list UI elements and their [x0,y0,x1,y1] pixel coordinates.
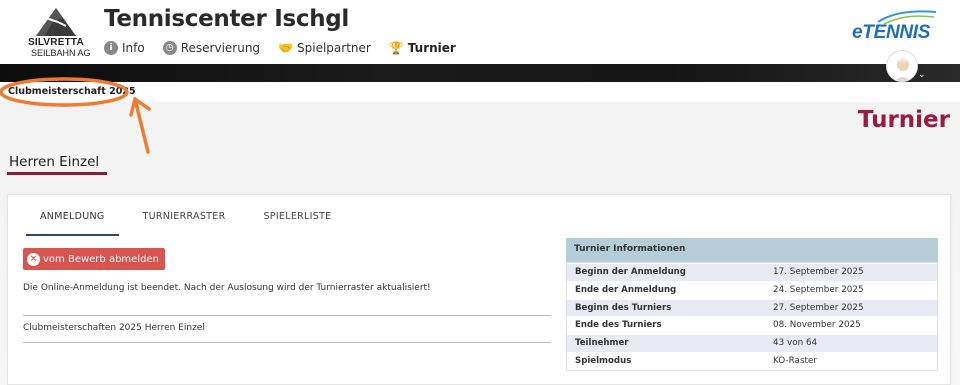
breadcrumb-bar: Clubmeisterschaft 2025 [0,82,960,102]
tab-anmeldung[interactable]: ANMELDUNG [26,211,118,236]
tab-spielerliste[interactable]: SPIELERLISTE [263,211,331,232]
info-value: 27. September 2025 [773,302,864,313]
tab-bar: ANMELDUNG TURNIERRASTER SPIELERLISTE [26,211,369,236]
nav-item-label: Spielpartner [297,41,371,55]
divider [23,342,551,343]
site-header: SILVRETTA SEILBAHN AG Tenniscenter Ischg… [0,0,960,64]
trophy-icon: 🏆 [388,41,404,55]
tournament-card: ANMELDUNG TURNIERRASTER SPIELERLISTE × v… [7,194,951,385]
section-underline [7,172,107,175]
registration-notice: Die Online-Anmeldung ist beendet. Nach d… [23,283,431,293]
dark-banner [0,64,960,82]
info-label: Ende der Anmeldung [575,284,677,295]
unsubscribe-label: vom Bewerb abmelden [43,253,159,265]
info-value: 24. September 2025 [773,284,864,295]
info-label: Beginn der Anmeldung [575,267,686,277]
breadcrumb[interactable]: Clubmeisterschaft 2025 [8,86,136,97]
clock-icon: ◷ [162,41,177,55]
divider [23,315,551,316]
etennis-wordmark: eTENNIS [852,22,931,43]
silvretta-logo[interactable]: SILVRETTA SEILBAHN AG [28,8,91,58]
table-row: Teilnehmer 43 von 64 [567,334,937,352]
nav-item-reservierung[interactable]: ◷ Reservierung [162,41,261,55]
info-table-body: Beginn der Anmeldung 17. September 2025 … [566,262,938,371]
info-value: KO-Raster [773,355,818,366]
nav-item-info[interactable]: i Info [104,41,145,55]
table-row: Ende der Anmeldung 24. September 2025 [567,280,937,299]
unsubscribe-button[interactable]: × vom Bewerb abmelden [23,248,165,270]
main-nav: i Info ◷ Reservierung 🤝 Spielpartner 🏆 T… [104,41,456,55]
info-value: 08. November 2025 [773,320,861,331]
table-row: Spielmodus KO-Raster [567,351,937,370]
close-icon: × [27,252,40,266]
etennis-logo[interactable]: eTENNIS [848,8,938,44]
nav-item-label: Reservierung [180,41,261,55]
tournament-info-table: Turnier Informationen Beginn der Anmeldu… [566,238,938,371]
info-icon: i [104,41,118,55]
section-title: Herren Einzel [9,154,100,170]
info-label: Spielmodus [575,355,632,366]
page-title: Turnier [857,107,950,133]
handshake-icon: 🤝 [278,41,294,55]
chevron-down-icon[interactable]: ⌄ [918,70,926,80]
table-row: Beginn des Turniers 27. September 2025 [567,298,937,317]
logo-text-line1: SILVRETTA [28,37,84,48]
site-title: Tenniscenter Ischgl [104,6,350,32]
info-label: Ende des Turniers [575,320,662,331]
competition-name: Clubmeisterschaften 2025 Herren Einzel [23,323,205,333]
table-row: Beginn der Anmeldung 17. September 2025 [567,263,937,281]
nav-item-spielpartner[interactable]: 🤝 Spielpartner [278,41,371,55]
logo-text-line2: SEILBAHN AG [31,48,91,58]
user-avatar[interactable] [886,50,918,82]
info-table-header: Turnier Informationen [566,238,938,262]
info-label: Beginn des Turniers [575,302,672,313]
nav-item-label: Info [122,41,145,55]
tab-turnierraster[interactable]: TURNIERRASTER [143,211,226,232]
info-value: 43 von 64 [773,338,818,349]
nav-item-turnier[interactable]: 🏆 Turnier [389,41,456,55]
info-value: 17. September 2025 [773,267,864,277]
table-row: Ende des Turniers 08. November 2025 [567,316,937,335]
info-label: Teilnehmer [575,338,629,349]
nav-item-label: Turnier [407,41,456,55]
mountain-logo-icon [36,8,76,36]
